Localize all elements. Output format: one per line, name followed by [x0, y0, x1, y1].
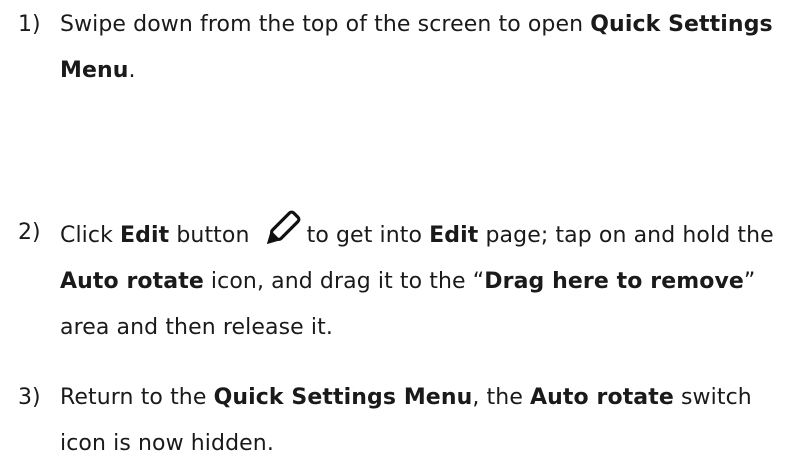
auto-rotate-label: Auto rotate	[530, 385, 674, 410]
instruction-step-2: 2) Click Edit button to get into Edit pa…	[18, 210, 798, 351]
step-number: 2)	[18, 220, 41, 245]
step-text-segment: , the	[472, 385, 531, 410]
step-text-segment: page; tap on and hold the	[478, 223, 774, 248]
drag-here-to-remove-label: Drag here to remove	[484, 269, 744, 294]
edit-label: Edit	[429, 223, 479, 248]
instruction-step-1: 1) Swipe down from the top of the screen…	[18, 2, 798, 94]
step-text: Click Edit button to get into Edit page;…	[60, 210, 798, 351]
instruction-step-3: 3) Return to the Quick Settings Menu, th…	[18, 375, 798, 467]
step-text-segment: to get into	[306, 223, 430, 248]
step-text: Swipe down from the top of the screen to…	[60, 2, 798, 94]
pencil-edit-icon	[261, 210, 301, 250]
step-text-segment: Click	[60, 223, 121, 248]
step-text: Return to the Quick Settings Menu, the A…	[60, 375, 798, 467]
step-text-segment: Return to the	[60, 385, 214, 410]
auto-rotate-label: Auto rotate	[60, 269, 204, 294]
step-text-segment: icon, and drag it to the “	[203, 269, 485, 294]
edit-label: Edit	[120, 223, 170, 248]
step-text-segment: button	[169, 223, 257, 248]
step-text-segment: Swipe down from the top of the screen to…	[60, 12, 591, 37]
step-text-segment: .	[128, 58, 136, 83]
step-number: 3)	[18, 385, 41, 410]
quick-settings-menu-label: Quick Settings Menu	[213, 385, 473, 410]
step-number: 1)	[18, 12, 41, 37]
